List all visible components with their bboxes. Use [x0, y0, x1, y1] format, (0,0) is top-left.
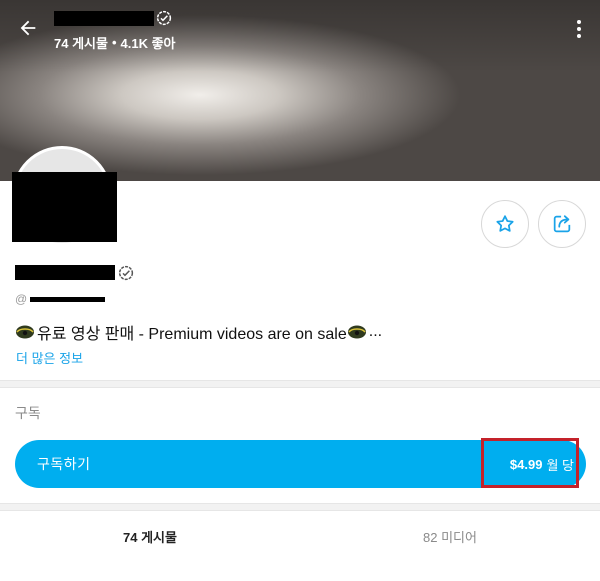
more-info-link[interactable]: 더 많은 정보: [16, 348, 83, 367]
more-options-button[interactable]: [570, 18, 588, 40]
redacted-display-name: [54, 11, 154, 26]
star-icon: [496, 215, 514, 232]
tab-posts[interactable]: 74 게시물: [0, 512, 300, 560]
emoji-icon: [15, 324, 35, 340]
section-divider: [0, 380, 600, 388]
profile-bio: 유료 영상 판매 - Premium videos are on sale ..…: [15, 320, 382, 344]
username-handle: @: [15, 292, 28, 306]
likes-count: 4.1K 좋아: [120, 36, 176, 51]
share-button[interactable]: [538, 200, 586, 248]
price-highlight-box: [481, 438, 579, 488]
emoji-icon: [347, 324, 367, 340]
arrow-left-icon: [20, 20, 36, 36]
profile-tabs: 74 게시물 82 미디어: [0, 512, 600, 560]
subscription-section-title: 구독: [15, 405, 41, 421]
bio-ellipsis: ...: [368, 323, 383, 340]
subscribe-label: 구독하기: [37, 456, 91, 472]
redacted-profile-name: [15, 265, 115, 280]
share-icon: [553, 215, 571, 233]
vertical-dots-icon: [577, 20, 581, 24]
verified-badge-icon: [156, 10, 172, 26]
back-button[interactable]: [14, 14, 42, 42]
favorite-button[interactable]: [481, 200, 529, 248]
tab-media[interactable]: 82 미디어: [300, 512, 600, 560]
stats-separator: •: [111, 35, 117, 50]
section-divider: [0, 503, 600, 511]
posts-count: 74 게시물: [54, 36, 108, 51]
bio-text: 유료 영상 판매 - Premium videos are on sale: [37, 326, 347, 343]
verified-badge-icon: [118, 265, 134, 281]
redacted-handle: [30, 297, 105, 302]
redacted-avatar: [12, 172, 117, 242]
profile-stats: 74 게시물 • 4.1K 좋아: [54, 33, 176, 52]
